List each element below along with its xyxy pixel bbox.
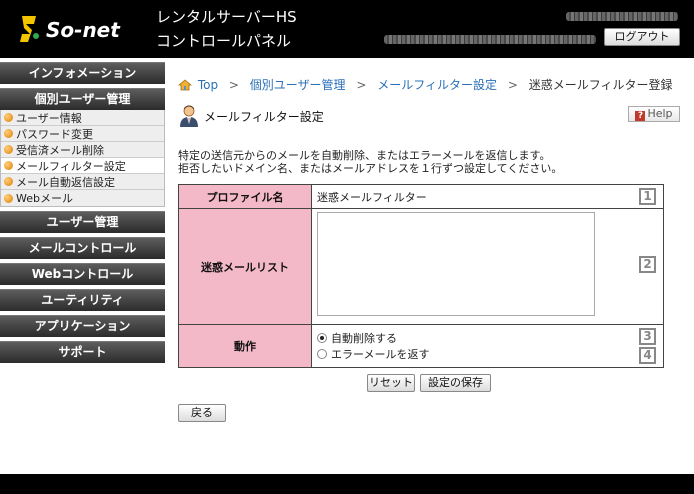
breadcrumb-current: 迷惑メールフィルター登録	[528, 78, 673, 92]
marker-3: 3	[639, 328, 656, 345]
breadcrumb-separator: >	[507, 78, 518, 92]
profile-name-value: 迷惑メールフィルター	[317, 190, 427, 204]
bullet-icon	[4, 177, 13, 186]
sonet-logo: So-net	[14, 8, 146, 50]
marker-2: 2	[639, 256, 656, 273]
sidebar-subitem-label: メールフィルター設定	[16, 159, 126, 173]
profile-name-cell: 迷惑メールフィルター	[311, 184, 664, 209]
marker-4: 4	[639, 347, 656, 364]
bullet-icon	[4, 145, 13, 154]
sidebar-subitem-user-info[interactable]: ユーザー情報	[1, 110, 164, 126]
app-title-line1: レンタルサーバーHS	[156, 8, 297, 26]
account-info-redacted	[566, 12, 678, 21]
spam-list-textarea[interactable]	[317, 212, 595, 316]
question-icon: ?	[635, 111, 646, 121]
table-row: プロファイル名 迷惑メールフィルター	[178, 184, 664, 209]
sidebar-subitem-password[interactable]: パスワード変更	[1, 126, 164, 142]
sidebar-subitem-auto-reply[interactable]: メール自動返信設定	[1, 174, 164, 190]
home-icon	[178, 79, 192, 91]
reset-button[interactable]: リセット	[367, 374, 415, 392]
user-icon	[180, 105, 198, 127]
bullet-icon	[4, 161, 13, 170]
sidebar-subitem-label: メール自動返信設定	[16, 175, 115, 189]
breadcrumb-mail-filter-link[interactable]: メールフィルター設定	[377, 78, 497, 92]
description-line2: 拒否したいドメイン名、またはメールアドレスを１行ずつ設定してください。	[178, 162, 563, 175]
sidebar-subitem-label: Webメール	[16, 192, 73, 205]
user-info-redacted	[384, 35, 596, 44]
radio-delete[interactable]	[317, 333, 327, 343]
logo-text: So-net	[46, 18, 120, 42]
spam-list-label: 迷惑メールリスト	[178, 208, 312, 325]
table-row: 迷惑メールリスト	[178, 208, 664, 325]
table-row: 動作 自動削除する エラーメールを返す	[178, 324, 664, 368]
bullet-icon	[4, 129, 13, 138]
radio-error-reply[interactable]	[317, 349, 327, 359]
breadcrumb-separator: >	[228, 78, 239, 92]
sidebar-item-information[interactable]: インフォメーション	[0, 62, 165, 84]
sidebar-submenu: ユーザー情報 パスワード変更 受信済メール削除 メールフィルター設定 メール自動…	[0, 110, 165, 207]
logout-button[interactable]: ログアウト	[604, 28, 680, 46]
page-title: メールフィルター設定	[204, 109, 324, 124]
sidebar-subitem-label: 受信済メール削除	[16, 143, 104, 157]
sidebar-subitem-mail-filter[interactable]: メールフィルター設定	[1, 158, 164, 174]
sidebar-item-application[interactable]: アプリケーション	[0, 315, 165, 337]
page-heading: メールフィルター設定	[178, 104, 324, 128]
save-settings-button[interactable]: 設定の保存	[420, 374, 491, 392]
sidebar-item-web-control[interactable]: Webコントロール	[0, 263, 165, 285]
header-bar: So-net レンタルサーバーHS コントロールパネル ログアウト	[0, 0, 694, 58]
action-option-label: 自動削除する	[331, 332, 397, 345]
description-line1: 特定の送信元からのメールを自動削除、またはエラーメールを返信します。	[178, 149, 551, 162]
sidebar-subitem-delete-mail[interactable]: 受信済メール削除	[1, 142, 164, 158]
sidebar-item-mail-control[interactable]: メールコントロール	[0, 237, 165, 259]
app-title-line2: コントロールパネル	[156, 32, 292, 50]
action-option-label: エラーメールを返す	[331, 348, 430, 361]
sidebar-subitem-webmail[interactable]: Webメール	[1, 190, 164, 206]
sidebar-subitem-label: ユーザー情報	[16, 111, 82, 125]
bullet-icon	[4, 113, 13, 122]
bullet-icon	[4, 193, 13, 203]
help-button[interactable]: ? Help	[628, 106, 680, 122]
sidebar-item-utility[interactable]: ユーティリティ	[0, 289, 165, 311]
page-description: 特定の送信元からのメールを自動削除、またはエラーメールを返信します。 拒否したい…	[178, 149, 562, 175]
spam-list-cell	[311, 208, 664, 325]
logo-mark-icon	[20, 16, 39, 42]
back-button[interactable]: 戻る	[178, 404, 226, 422]
action-cell: 自動削除する エラーメールを返す	[311, 324, 664, 368]
footer-bar	[0, 474, 694, 494]
sidebar: インフォメーション 個別ユーザー管理 ユーザー情報 パスワード変更 受信済メール…	[0, 62, 165, 367]
action-option-error-reply[interactable]: エラーメールを返す	[317, 346, 663, 362]
action-option-delete[interactable]: 自動削除する	[317, 330, 663, 346]
sidebar-item-support[interactable]: サポート	[0, 341, 165, 363]
sidebar-item-individual-user[interactable]: 個別ユーザー管理	[0, 88, 165, 110]
breadcrumb: Top > 個別ユーザー管理 > メールフィルター設定 > 迷惑メールフィルター…	[178, 76, 673, 93]
action-label: 動作	[178, 324, 312, 368]
sidebar-subitem-label: パスワード変更	[16, 127, 93, 141]
filter-form-table: プロファイル名 迷惑メールフィルター 迷惑メールリスト 動作 自動削除する エラ…	[178, 184, 664, 368]
breadcrumb-top-link[interactable]: Top	[198, 78, 218, 92]
breadcrumb-individual-user-link[interactable]: 個別ユーザー管理	[250, 78, 346, 92]
breadcrumb-separator: >	[356, 78, 367, 92]
help-label: Help	[647, 107, 673, 120]
sidebar-item-user-management[interactable]: ユーザー管理	[0, 211, 165, 233]
profile-name-label: プロファイル名	[178, 184, 312, 209]
marker-1: 1	[639, 188, 656, 205]
